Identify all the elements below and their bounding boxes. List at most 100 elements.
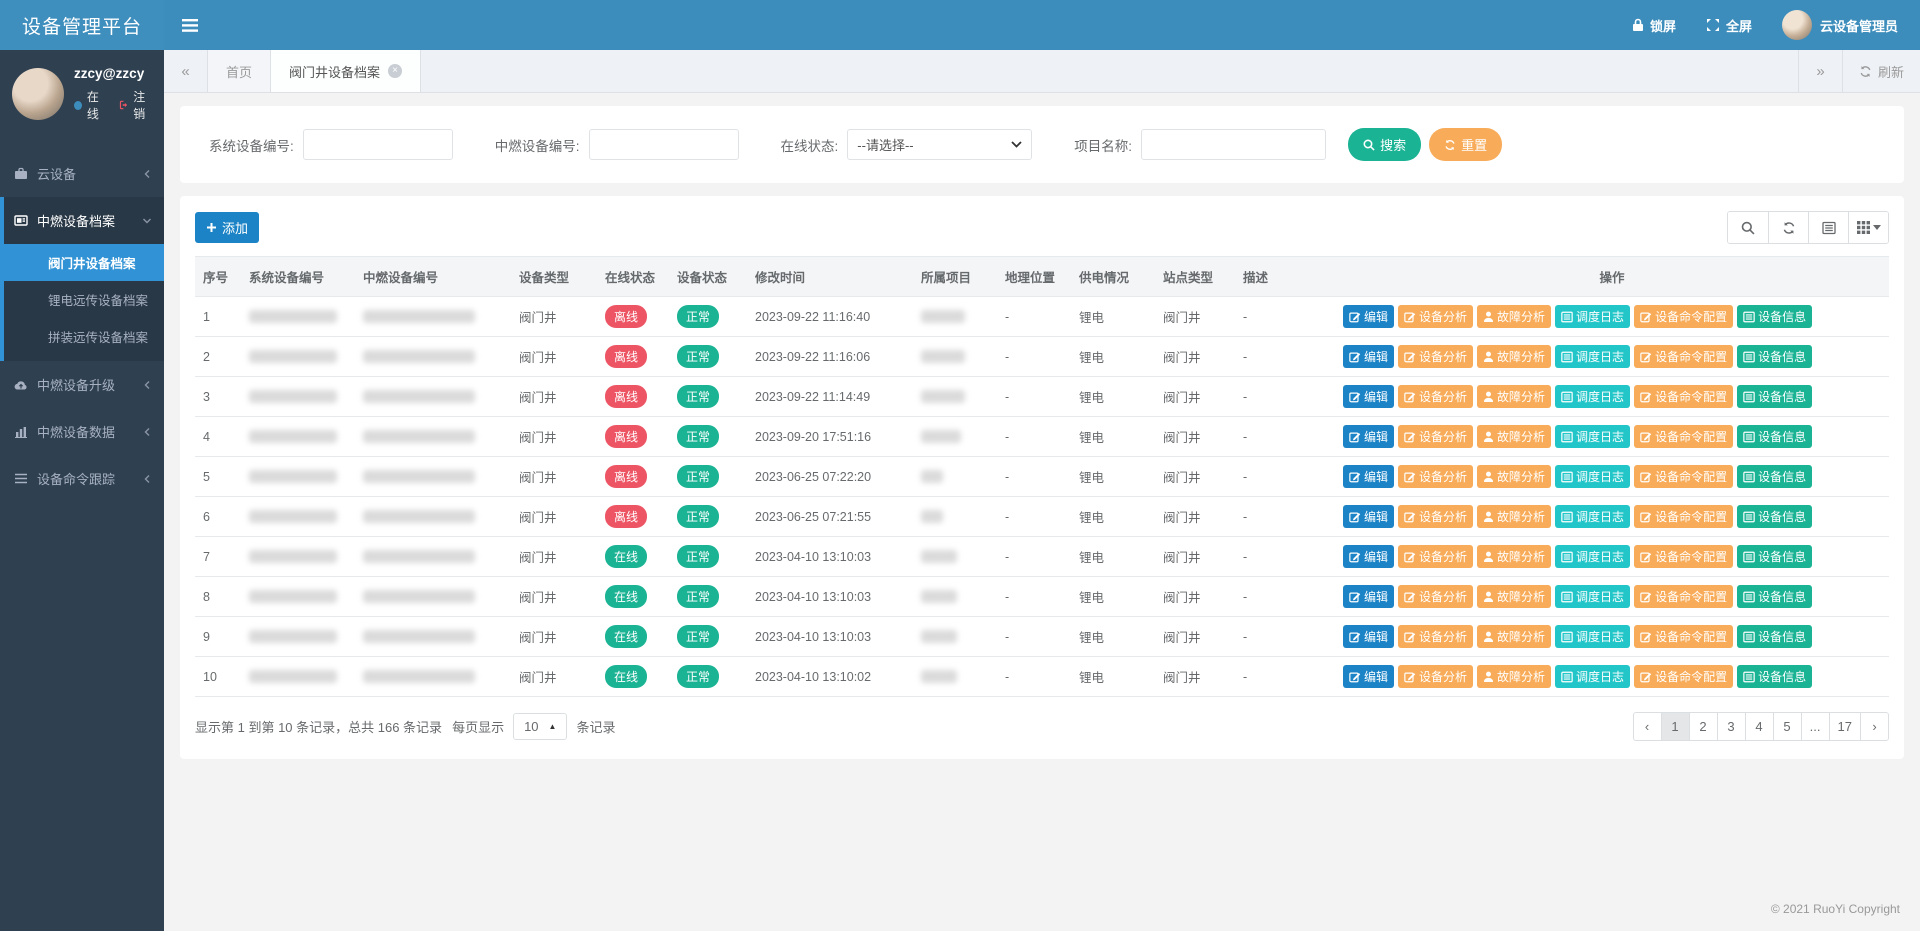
fault-analysis-button[interactable]: 故障分析 xyxy=(1477,545,1551,568)
fault-analysis-button[interactable]: 故障分析 xyxy=(1477,345,1551,368)
edit-button[interactable]: 编辑 xyxy=(1343,385,1394,408)
fault-analysis-button[interactable]: 故障分析 xyxy=(1477,425,1551,448)
page-17-button[interactable]: 17 xyxy=(1829,712,1861,741)
logout-link[interactable]: 注销 xyxy=(119,88,154,122)
dispatch-log-button[interactable]: 调度日志 xyxy=(1555,585,1630,608)
device-info-button[interactable]: 设备信息 xyxy=(1737,305,1812,328)
device-command-config-button[interactable]: 设备命令配置 xyxy=(1634,505,1733,528)
table-columns-button[interactable] xyxy=(1848,212,1888,243)
dispatch-log-button[interactable]: 调度日志 xyxy=(1555,345,1630,368)
tab-valve-well-archive[interactable]: 阀门井设备档案 × xyxy=(271,50,421,92)
fault-analysis-button[interactable]: 故障分析 xyxy=(1477,465,1551,488)
system-device-no-input[interactable] xyxy=(303,129,453,160)
dispatch-log-button[interactable]: 调度日志 xyxy=(1555,625,1630,648)
device-info-button[interactable]: 设备信息 xyxy=(1737,465,1812,488)
device-info-button[interactable]: 设备信息 xyxy=(1737,425,1812,448)
device-command-config-button[interactable]: 设备命令配置 xyxy=(1634,545,1733,568)
edit-button[interactable]: 编辑 xyxy=(1343,665,1394,688)
page-size-select[interactable]: 10 ▲ xyxy=(513,713,567,740)
add-button[interactable]: 添加 xyxy=(195,212,259,243)
edit-button[interactable]: 编辑 xyxy=(1343,545,1394,568)
tabs-scroll-left-button[interactable]: « xyxy=(164,50,208,92)
edit-button[interactable]: 编辑 xyxy=(1343,585,1394,608)
device-info-button[interactable]: 设备信息 xyxy=(1737,545,1812,568)
sidebar-item-valve-well-archive[interactable]: 阀门井设备档案 xyxy=(4,244,164,281)
device-info-button[interactable]: 设备信息 xyxy=(1737,505,1812,528)
sidebar-item-device-data[interactable]: 中燃设备数据 xyxy=(0,408,164,455)
table-detail-view-button[interactable] xyxy=(1808,212,1848,243)
device-command-config-button[interactable]: 设备命令配置 xyxy=(1634,465,1733,488)
page-ellipsis[interactable]: ... xyxy=(1801,712,1830,741)
page-4-button[interactable]: 4 xyxy=(1745,712,1774,741)
device-analysis-button[interactable]: 设备分析 xyxy=(1398,505,1473,528)
device-analysis-button[interactable]: 设备分析 xyxy=(1398,425,1473,448)
device-analysis-button[interactable]: 设备分析 xyxy=(1398,545,1473,568)
edit-button[interactable]: 编辑 xyxy=(1343,345,1394,368)
device-info-button[interactable]: 设备信息 xyxy=(1737,625,1812,648)
dispatch-log-button[interactable]: 调度日志 xyxy=(1555,305,1630,328)
fault-analysis-button[interactable]: 故障分析 xyxy=(1477,625,1551,648)
edit-button[interactable]: 编辑 xyxy=(1343,505,1394,528)
fault-analysis-button[interactable]: 故障分析 xyxy=(1477,305,1551,328)
table-search-toggle-button[interactable] xyxy=(1728,212,1768,243)
online-status-select[interactable]: --请选择-- xyxy=(847,129,1032,160)
sidebar-item-command-trace[interactable]: 设备命令跟踪 xyxy=(0,455,164,502)
device-command-config-button[interactable]: 设备命令配置 xyxy=(1634,345,1733,368)
tab-refresh-button[interactable]: 刷新 xyxy=(1842,50,1920,92)
edit-button[interactable]: 编辑 xyxy=(1343,425,1394,448)
device-command-config-button[interactable]: 设备命令配置 xyxy=(1634,425,1733,448)
reset-button[interactable]: 重置 xyxy=(1429,128,1502,161)
edit-button[interactable]: 编辑 xyxy=(1343,625,1394,648)
device-analysis-button[interactable]: 设备分析 xyxy=(1398,465,1473,488)
page-5-button[interactable]: 5 xyxy=(1773,712,1802,741)
sidebar-item-cloud-device[interactable]: 云设备 xyxy=(0,150,164,197)
device-command-config-button[interactable]: 设备命令配置 xyxy=(1634,385,1733,408)
user-menu[interactable]: 云设备管理员 xyxy=(1782,10,1898,40)
page-3-button[interactable]: 3 xyxy=(1717,712,1746,741)
sidebar-item-device-upgrade[interactable]: 中燃设备升级 xyxy=(0,361,164,408)
tabs-scroll-right-button[interactable]: » xyxy=(1798,50,1842,92)
sidebar-item-lithium-remote-archive[interactable]: 锂电远传设备档案 xyxy=(4,281,164,318)
close-icon[interactable]: × xyxy=(388,64,402,78)
device-info-button[interactable]: 设备信息 xyxy=(1737,585,1812,608)
edit-button[interactable]: 编辑 xyxy=(1343,305,1394,328)
table-refresh-button[interactable] xyxy=(1768,212,1808,243)
device-command-config-button[interactable]: 设备命令配置 xyxy=(1634,625,1733,648)
device-command-config-button[interactable]: 设备命令配置 xyxy=(1634,665,1733,688)
dispatch-log-button[interactable]: 调度日志 xyxy=(1555,465,1630,488)
fault-analysis-button[interactable]: 故障分析 xyxy=(1477,665,1551,688)
dispatch-log-button[interactable]: 调度日志 xyxy=(1555,385,1630,408)
sidebar-item-device-archive[interactable]: 中燃设备档案 xyxy=(4,197,164,244)
page-1-button[interactable]: 1 xyxy=(1661,712,1690,741)
fault-analysis-button[interactable]: 故障分析 xyxy=(1477,385,1551,408)
device-command-config-button[interactable]: 设备命令配置 xyxy=(1634,585,1733,608)
tab-home[interactable]: 首页 xyxy=(208,50,271,92)
search-button[interactable]: 搜索 xyxy=(1348,128,1421,161)
device-analysis-button[interactable]: 设备分析 xyxy=(1398,305,1473,328)
device-analysis-button[interactable]: 设备分析 xyxy=(1398,345,1473,368)
page-2-button[interactable]: 2 xyxy=(1689,712,1718,741)
zr-device-no-input[interactable] xyxy=(589,129,739,160)
device-analysis-button[interactable]: 设备分析 xyxy=(1398,665,1473,688)
device-info-button[interactable]: 设备信息 xyxy=(1737,665,1812,688)
dispatch-log-button[interactable]: 调度日志 xyxy=(1555,665,1630,688)
fault-analysis-button[interactable]: 故障分析 xyxy=(1477,505,1551,528)
next-page-button[interactable]: › xyxy=(1860,712,1889,741)
fullscreen-button[interactable]: 全屏 xyxy=(1706,16,1752,35)
device-analysis-button[interactable]: 设备分析 xyxy=(1398,625,1473,648)
prev-page-button[interactable]: ‹ xyxy=(1633,712,1662,741)
dispatch-log-button[interactable]: 调度日志 xyxy=(1555,505,1630,528)
device-analysis-button[interactable]: 设备分析 xyxy=(1398,585,1473,608)
device-info-button[interactable]: 设备信息 xyxy=(1737,385,1812,408)
lock-screen-button[interactable]: 锁屏 xyxy=(1632,16,1676,35)
device-info-button[interactable]: 设备信息 xyxy=(1737,345,1812,368)
sidebar-toggle-button[interactable] xyxy=(164,0,216,50)
edit-button[interactable]: 编辑 xyxy=(1343,465,1394,488)
dispatch-log-button[interactable]: 调度日志 xyxy=(1555,425,1630,448)
device-analysis-button[interactable]: 设备分析 xyxy=(1398,385,1473,408)
fault-analysis-button[interactable]: 故障分析 xyxy=(1477,585,1551,608)
sidebar-item-assembled-remote-archive[interactable]: 拼装远传设备档案 xyxy=(4,318,164,355)
device-command-config-button[interactable]: 设备命令配置 xyxy=(1634,305,1733,328)
dispatch-log-button[interactable]: 调度日志 xyxy=(1555,545,1630,568)
project-name-input[interactable] xyxy=(1141,129,1326,160)
